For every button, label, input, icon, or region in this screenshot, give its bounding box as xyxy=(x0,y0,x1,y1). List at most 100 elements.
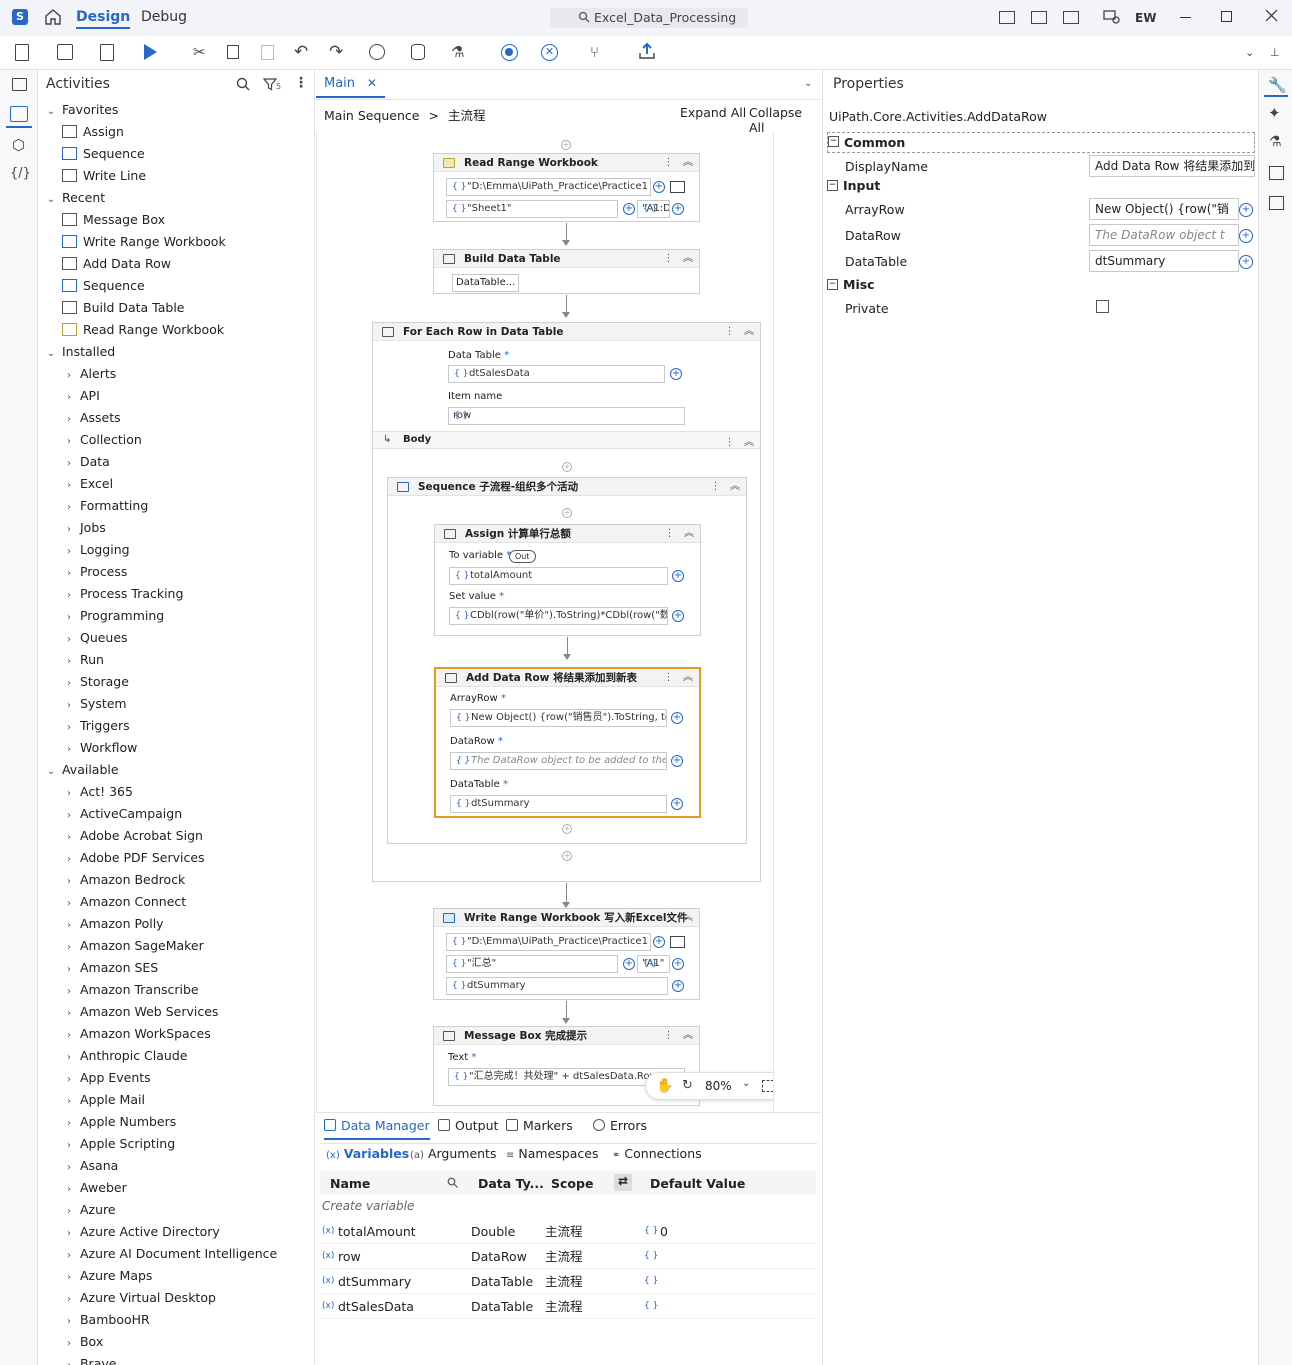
folder-icon[interactable] xyxy=(670,181,685,193)
item-name-field[interactable]: row xyxy=(448,407,685,425)
bottom-tab-data-manager[interactable]: Data Manager xyxy=(324,1118,430,1140)
cut-icon[interactable]: ✂ xyxy=(193,43,206,61)
collapse-section-icon[interactable]: − xyxy=(827,279,838,290)
publish-icon[interactable] xyxy=(638,42,656,60)
folder-icon[interactable] xyxy=(670,936,685,948)
tree-category[interactable]: › Alerts xyxy=(62,363,116,385)
user-avatar[interactable]: EW xyxy=(1135,11,1156,25)
header-scope[interactable]: Scope xyxy=(551,1176,593,1191)
layout-bottom-icon[interactable] xyxy=(1031,11,1047,24)
new-file-icon[interactable] xyxy=(15,44,29,61)
outline-icon[interactable] xyxy=(1269,166,1284,180)
filter-icon[interactable] xyxy=(263,77,277,91)
input-section[interactable]: − Input xyxy=(827,177,1255,197)
plus-icon[interactable]: + xyxy=(672,203,684,215)
tree-category[interactable]: › BambooHR xyxy=(62,1309,150,1331)
tree-category[interactable]: › Aweber xyxy=(62,1177,127,1199)
common-section[interactable]: − Common xyxy=(827,132,1255,153)
collapse-icon[interactable]: ⋮ ︽ xyxy=(724,323,754,340)
sheet-field[interactable]: "汇总" xyxy=(446,955,618,973)
chevron-right-icon[interactable]: › xyxy=(62,937,76,959)
tree-item[interactable]: Sequence xyxy=(62,143,145,165)
chevron-right-icon[interactable]: › xyxy=(62,607,76,629)
subtab-connections[interactable]: ⚭ Connections xyxy=(612,1146,702,1161)
chevron-right-icon[interactable]: › xyxy=(62,651,76,673)
chevron-right-icon[interactable]: › xyxy=(62,387,76,409)
tree-category[interactable]: › Asana xyxy=(62,1155,118,1177)
bottom-tab-errors[interactable]: Errors xyxy=(593,1118,647,1133)
chevron-right-icon[interactable]: › xyxy=(62,1135,76,1157)
chevron-right-icon[interactable]: › xyxy=(62,1113,76,1135)
tree-category[interactable]: › ActiveCampaign xyxy=(62,803,182,825)
tree-category[interactable]: › Brave xyxy=(62,1353,116,1365)
tree-category[interactable]: › Azure Active Directory xyxy=(62,1221,220,1243)
chevron-right-icon[interactable]: › xyxy=(62,629,76,651)
tree-category[interactable]: › Apple Numbers xyxy=(62,1111,176,1133)
collapse-icon[interactable]: ⋮ ︽ xyxy=(724,433,754,448)
plus-icon[interactable]: + xyxy=(1239,203,1253,217)
chevron-right-icon[interactable]: › xyxy=(62,519,76,541)
home-icon[interactable] xyxy=(44,8,62,26)
branch-icon[interactable]: ⑂ xyxy=(590,43,599,61)
tree-category[interactable]: › Excel xyxy=(62,473,113,495)
paste-icon[interactable] xyxy=(261,45,274,60)
chevron-right-icon[interactable]: › xyxy=(62,1091,76,1113)
chevron-right-icon[interactable]: › xyxy=(62,893,76,915)
plus-icon[interactable]: + xyxy=(623,203,635,215)
chevron-right-icon[interactable]: › xyxy=(62,871,76,893)
project-search[interactable]: Excel_Data_Processing xyxy=(550,8,748,28)
chevron-down-icon[interactable]: ⌄ xyxy=(44,343,58,365)
variables-icon[interactable]: {/} xyxy=(10,166,31,181)
tree-category[interactable]: › Anthropic Claude xyxy=(62,1045,187,1067)
chevron-right-icon[interactable]: › xyxy=(62,1267,76,1289)
chevron-right-icon[interactable]: › xyxy=(62,431,76,453)
tree-category[interactable]: › Process xyxy=(62,561,127,583)
chevron-right-icon[interactable]: › xyxy=(62,673,76,695)
plus-icon[interactable]: + xyxy=(670,368,682,380)
tree-category[interactable]: › Amazon Bedrock xyxy=(62,869,185,891)
layout-right-icon[interactable] xyxy=(1063,11,1079,24)
fit-screen-icon[interactable] xyxy=(762,1080,773,1092)
hand-icon[interactable]: ✋ xyxy=(656,1078,673,1094)
pin-icon[interactable]: ⊥ xyxy=(1270,46,1280,59)
datatable-field[interactable]: dtSummary xyxy=(450,795,667,813)
plus-icon[interactable]: + xyxy=(653,181,665,193)
tree-group-available[interactable]: ⌄ Available xyxy=(44,759,119,781)
range-field[interactable]: "A1:D xyxy=(637,200,670,218)
tree-category[interactable]: › Programming xyxy=(62,605,164,627)
add-activity-icon[interactable]: + xyxy=(562,824,572,834)
variable-row[interactable]: (x) row DataRow 主流程 { } xyxy=(320,1244,816,1269)
chart-rail-icon[interactable] xyxy=(1269,196,1284,210)
save-icon[interactable] xyxy=(57,44,73,60)
collapse-icon[interactable]: ⋮ ︽ xyxy=(664,525,694,542)
add-activity-icon[interactable]: + xyxy=(562,508,572,518)
chevron-right-icon[interactable]: › xyxy=(62,915,76,937)
chevron-right-icon[interactable]: › xyxy=(62,1311,76,1333)
variable-name[interactable]: totalAmount xyxy=(338,1219,416,1244)
tree-category[interactable]: › Apple Mail xyxy=(62,1089,145,1111)
tree-item[interactable]: Write Range Workbook xyxy=(62,231,226,253)
tree-category[interactable]: › Workflow xyxy=(62,737,137,759)
chevron-right-icon[interactable]: › xyxy=(62,1047,76,1069)
ai-icon[interactable]: ✦ xyxy=(1268,104,1281,122)
snippets-icon[interactable]: ⬡ xyxy=(12,136,25,154)
copy-icon[interactable] xyxy=(227,45,239,59)
assign-activity[interactable]: Assign 计算单行总额 ⋮ ︽ To variable * Out total… xyxy=(434,524,701,636)
tree-category[interactable]: › Amazon Connect xyxy=(62,891,186,913)
analyze-icon[interactable] xyxy=(369,44,385,60)
tree-category[interactable]: › Azure AI Document Intelligence xyxy=(62,1243,277,1265)
activities-rail-icon[interactable] xyxy=(10,106,28,122)
collapse-all-button[interactable]: Collapse All xyxy=(749,105,821,135)
tree-category[interactable]: › Triggers xyxy=(62,715,130,737)
tree-category[interactable]: › Box xyxy=(62,1331,103,1353)
collapse-icon[interactable]: ⋮ ︽ xyxy=(663,909,693,926)
close-icon[interactable] xyxy=(1265,9,1278,22)
tree-category[interactable]: › Storage xyxy=(62,671,129,693)
tree-category[interactable]: › Azure Maps xyxy=(62,1265,152,1287)
tree-category[interactable]: › Amazon Polly xyxy=(62,913,164,935)
chevron-right-icon[interactable]: › xyxy=(62,827,76,849)
header-type[interactable]: Data Ty... xyxy=(478,1176,544,1191)
variable-name[interactable]: dtSalesData xyxy=(338,1294,414,1319)
tree-item[interactable]: Assign xyxy=(62,121,124,143)
set-value-field[interactable]: CDbl(row("单价").ToString)*CDbl(row("数 xyxy=(449,607,668,625)
